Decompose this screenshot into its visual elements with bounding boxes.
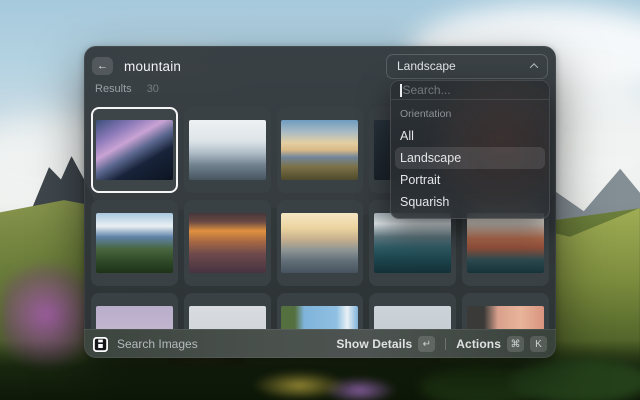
back-button[interactable]: ← xyxy=(92,57,113,75)
image-thumbnail xyxy=(96,306,173,329)
enter-key-icon: ↵ xyxy=(418,336,435,352)
image-result-cell-pink-sunset-rock[interactable] xyxy=(462,293,549,329)
show-details-button[interactable]: Show Details xyxy=(336,337,412,351)
image-thumbnail xyxy=(96,213,173,273)
unsplash-logo-icon xyxy=(93,337,108,352)
results-count: 30 xyxy=(147,83,159,95)
dropdown-section-label: Orientation xyxy=(391,100,549,123)
image-result-cell-lavender-sky[interactable] xyxy=(91,293,178,329)
image-result-cell-pale-blue-sky[interactable] xyxy=(369,293,456,329)
image-thumbnail xyxy=(281,120,358,180)
dropdown-search-input[interactable]: Search... xyxy=(391,81,549,99)
image-search-window: ← mountain Landscape Results 30 Search..… xyxy=(84,46,556,358)
dropdown-option-landscape[interactable]: Landscape xyxy=(395,147,545,169)
image-result-cell-pale-cloudy-sky[interactable] xyxy=(184,293,271,329)
image-result-cell-night-milky-way-mountains[interactable] xyxy=(91,107,178,193)
window-footer: Search Images Show Details ↵ Actions ⌘ K xyxy=(84,329,556,358)
image-thumbnail xyxy=(281,213,358,273)
dropdown-option-portrait[interactable]: Portrait xyxy=(395,169,545,191)
dropdown-option-all[interactable]: All xyxy=(395,125,545,147)
command-key-icon: ⌘ xyxy=(507,336,524,352)
image-thumbnail xyxy=(374,213,451,273)
desktop: ← mountain Landscape Results 30 Search..… xyxy=(0,0,640,400)
image-thumbnail xyxy=(374,306,451,329)
image-thumbnail xyxy=(189,306,266,329)
dropdown-search-placeholder: Search... xyxy=(403,83,451,97)
results-bar: Results 30 xyxy=(95,82,159,96)
dropdown-option-squarish[interactable]: Squarish xyxy=(395,191,545,213)
image-result-cell-sunlit-rock-spires[interactable] xyxy=(184,200,271,286)
image-thumbnail xyxy=(467,213,544,273)
actions-button[interactable]: Actions xyxy=(456,337,501,351)
back-arrow-icon: ← xyxy=(97,58,108,75)
image-result-cell-snowy-peaks-clouds[interactable] xyxy=(184,107,271,193)
window-header: ← mountain Landscape xyxy=(92,53,548,79)
image-thumbnail xyxy=(189,213,266,273)
extension-name: Search Images xyxy=(117,337,198,351)
image-result-cell-green-cliff-blue-sky[interactable] xyxy=(277,293,364,329)
wallpaper-yellow-flowers xyxy=(252,370,347,400)
search-query-input[interactable]: mountain xyxy=(124,59,181,74)
results-label: Results xyxy=(95,83,132,95)
image-result-cell-sunset-lake-mountains[interactable] xyxy=(277,107,364,193)
chevron-up-icon xyxy=(530,63,538,71)
image-thumbnail xyxy=(96,120,173,180)
image-thumbnail xyxy=(281,306,358,329)
wallpaper-bush xyxy=(510,358,640,400)
footer-divider xyxy=(445,338,446,350)
orientation-dropdown-panel: Search... Orientation AllLandscapePortra… xyxy=(390,80,550,219)
k-key-icon: K xyxy=(530,336,547,352)
image-result-cell-hazy-sunset-ridges[interactable] xyxy=(277,200,364,286)
image-thumbnail xyxy=(467,306,544,329)
image-result-cell-forest-valley-peaks[interactable] xyxy=(91,200,178,286)
filter-button-label: Landscape xyxy=(397,59,456,73)
orientation-filter-button[interactable]: Landscape xyxy=(386,54,548,79)
image-thumbnail xyxy=(189,120,266,180)
text-caret xyxy=(400,84,402,97)
dropdown-options-list: AllLandscapePortraitSquarish xyxy=(391,123,549,218)
